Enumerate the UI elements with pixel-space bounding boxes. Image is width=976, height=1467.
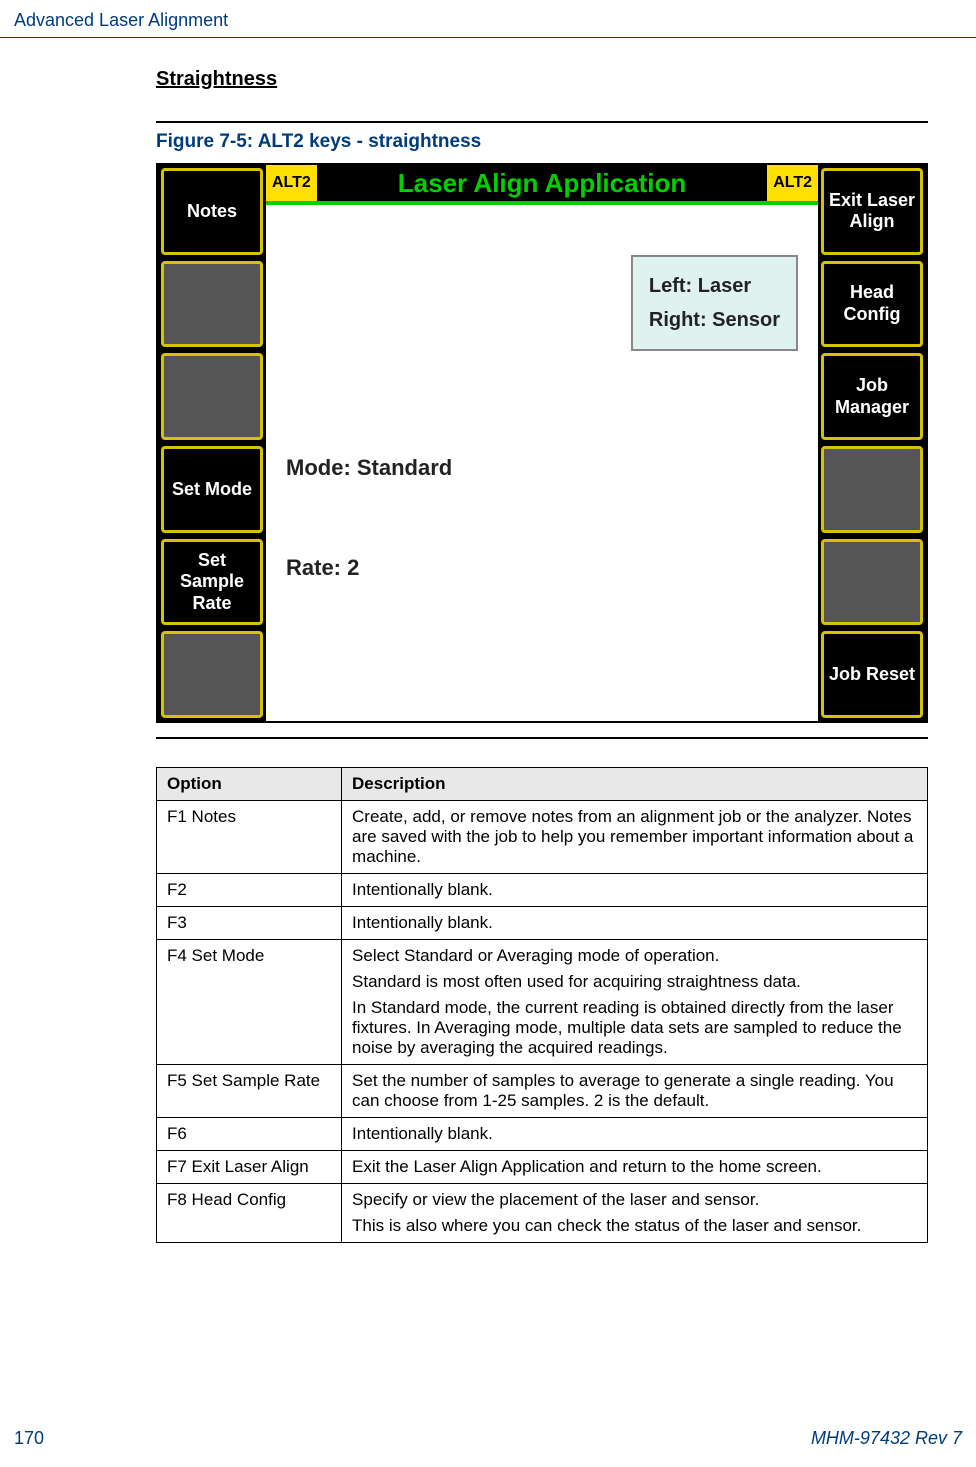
right-key-column: Exit Laser Align Head Config Job Manager… [818,165,926,721]
table-row: F3 Intentionally blank. [157,907,928,940]
page-header: Advanced Laser Alignment [0,0,976,37]
content-area: Straightness Figure 7-5: ALT2 keys - str… [0,68,976,1243]
cell-option: F6 [157,1118,342,1151]
device-screenshot: Notes Set Mode Set Sample Rate ALT2 Lase… [156,163,928,723]
key-f5-set-sample-rate[interactable]: Set Sample Rate [161,539,263,626]
alt2-badge-left: ALT2 [266,165,317,201]
cell-description: Specify or view the placement of the las… [342,1184,928,1243]
options-table-body: F1 NotesCreate, add, or remove notes fro… [157,801,928,1243]
page-number: 170 [14,1428,44,1449]
key-f10-blank[interactable] [821,446,923,533]
mode-line: Mode: Standard [286,455,452,481]
table-row: F2 Intentionally blank. [157,874,928,907]
th-option: Option [157,768,342,801]
cell-option: F5 Set Sample Rate [157,1065,342,1118]
doc-id: MHM-97432 Rev 7 [811,1428,962,1449]
key-f4-set-mode[interactable]: Set Mode [161,446,263,533]
desc-paragraph: Create, add, or remove notes from an ali… [352,807,917,867]
key-f11-blank[interactable] [821,539,923,626]
cell-description: Exit the Laser Align Application and ret… [342,1151,928,1184]
options-table: Option Description F1 NotesCreate, add, … [156,767,928,1243]
section-subheading: Straightness [156,68,928,91]
screen-title-row: ALT2 Laser Align Application ALT2 [266,165,818,205]
cell-description: Intentionally blank. [342,907,928,940]
desc-paragraph: In Standard mode, the current reading is… [352,998,917,1058]
desc-paragraph: Select Standard or Averaging mode of ope… [352,946,917,966]
cell-option: F7 Exit Laser Align [157,1151,342,1184]
figure-caption: Figure 7-5: ALT2 keys - straightness [156,131,928,153]
table-row: F8 Head Config Specify or view the placem… [157,1184,928,1243]
cell-description: Create, add, or remove notes from an ali… [342,801,928,874]
desc-paragraph: Standard is most often used for acquirin… [352,972,917,992]
desc-paragraph: Intentionally blank. [352,1124,917,1144]
device-screen: ALT2 Laser Align Application ALT2 Left: … [266,165,818,721]
cell-option: F2 [157,874,342,907]
cell-description: Select Standard or Averaging mode of ope… [342,940,928,1065]
page-footer: 170 MHM-97432 Rev 7 [0,1428,976,1449]
screen-title: Laser Align Application [317,165,767,201]
cell-option: F8 Head Config [157,1184,342,1243]
key-f7-exit-laser-align[interactable]: Exit Laser Align [821,168,923,255]
info-box: Left: Laser Right: Sensor [631,255,798,351]
info-left-line: Left: Laser [649,269,780,303]
figure-rule-top [156,121,928,123]
key-f9-job-manager[interactable]: Job Manager [821,353,923,440]
key-f6-blank[interactable] [161,631,263,718]
table-row: F1 NotesCreate, add, or remove notes fro… [157,801,928,874]
cell-description: Intentionally blank. [342,1118,928,1151]
cell-option: F1 Notes [157,801,342,874]
header-rule [0,37,976,38]
desc-paragraph: Specify or view the placement of the las… [352,1190,917,1210]
desc-paragraph: Intentionally blank. [352,913,917,933]
rate-line: Rate: 2 [286,555,359,581]
screen-body: Left: Laser Right: Sensor Mode: Standard… [266,205,818,721]
th-description: Description [342,768,928,801]
info-right-line: Right: Sensor [649,303,780,337]
desc-paragraph: Exit the Laser Align Application and ret… [352,1157,917,1177]
cell-description: Intentionally blank. [342,874,928,907]
table-row: F5 Set Sample RateSet the number of samp… [157,1065,928,1118]
key-f3-blank[interactable] [161,353,263,440]
left-key-column: Notes Set Mode Set Sample Rate [158,165,266,721]
key-f8-head-config[interactable]: Head Config [821,261,923,348]
cell-option: F4 Set Mode [157,940,342,1065]
table-row: F7 Exit Laser Align Exit the Laser Align … [157,1151,928,1184]
table-row: F4 Set Mode Select Standard or Averaging … [157,940,928,1065]
desc-paragraph: Intentionally blank. [352,880,917,900]
key-f2-blank[interactable] [161,261,263,348]
cell-description: Set the number of samples to average to … [342,1065,928,1118]
cell-option: F3 [157,907,342,940]
key-f1-notes[interactable]: Notes [161,168,263,255]
desc-paragraph: This is also where you can check the sta… [352,1216,917,1236]
alt2-badge-right: ALT2 [767,165,818,201]
desc-paragraph: Set the number of samples to average to … [352,1071,917,1111]
figure-rule-bottom [156,737,928,739]
key-f12-job-reset[interactable]: Job Reset [821,631,923,718]
table-row: F6 Intentionally blank. [157,1118,928,1151]
